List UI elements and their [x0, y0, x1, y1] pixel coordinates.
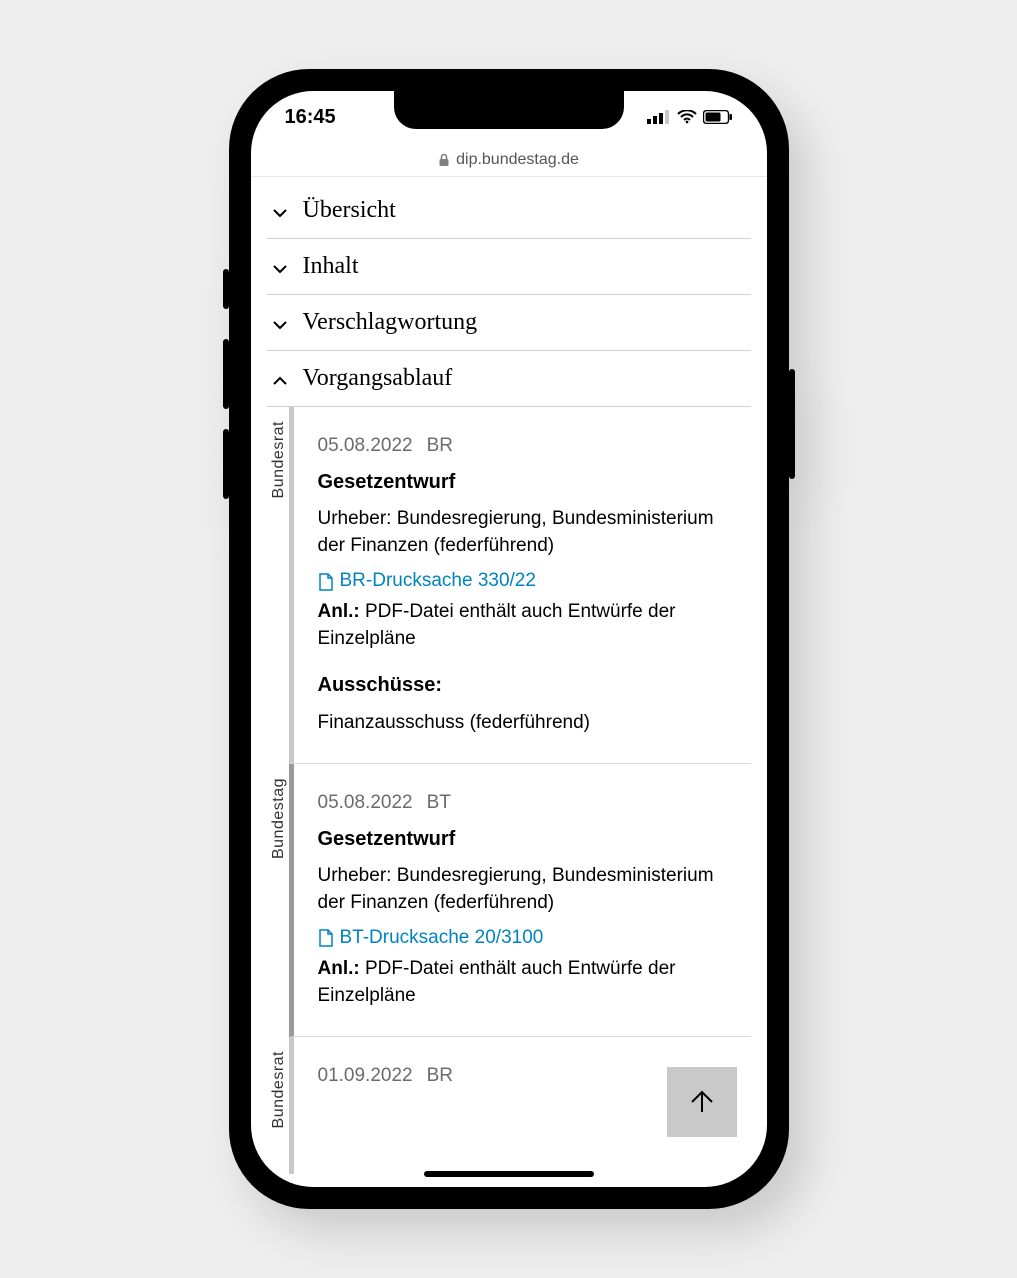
entry-chamber-label: Bundestag: [268, 778, 291, 859]
entry-date: 05.08.2022: [318, 435, 413, 456]
entry-title: Gesetzentwurf: [318, 825, 741, 853]
url-host: dip.bundestag.de: [456, 151, 579, 169]
document-link[interactable]: BT-Drucksache 20/3100: [318, 925, 741, 952]
side-button-silence: [223, 269, 229, 309]
lock-icon: [438, 153, 450, 167]
accordion-label: Übersicht: [303, 197, 396, 224]
accordion-label: Verschlagwortung: [303, 309, 478, 336]
accordion-item-verschlagwortung[interactable]: Verschlagwortung: [267, 295, 751, 351]
accordion-label: Vorgangsablauf: [303, 365, 453, 392]
phone-notch: [394, 91, 624, 129]
entry-author: Urheber: Bundesregierung, Bundesminister…: [318, 863, 741, 917]
document-link-text: BR-Drucksache 330/22: [340, 568, 536, 595]
entry-meta: 05.08.2022 BR: [318, 433, 741, 460]
document-link-text: BT-Drucksache 20/3100: [340, 925, 544, 952]
entry-date: 01.09.2022: [318, 1065, 413, 1086]
side-button-vol-down: [223, 429, 229, 499]
wifi-icon: [677, 110, 697, 124]
status-icons: [647, 110, 733, 124]
annex-label: Anl.:: [318, 958, 360, 979]
annex-label: Anl.:: [318, 601, 360, 622]
annex-text: PDF-Datei enthält auch Entwürfe der Einz…: [318, 601, 676, 649]
timeline-entry: Bundestag 05.08.2022BT Gesetzentwurf Urh…: [289, 764, 751, 1037]
document-icon: [318, 929, 334, 947]
phone-frame: 16:45: [229, 69, 789, 1209]
chevron-up-icon: [271, 370, 289, 388]
entry-chamber: BR: [427, 435, 453, 456]
entry-chamber-label: Bundesrat: [268, 421, 291, 498]
chevron-down-icon: [271, 202, 289, 220]
entry-author: Urheber: Bundesregierung, Bundesminister…: [318, 506, 741, 560]
url-bar[interactable]: dip.bundestag.de: [251, 143, 767, 177]
chevron-down-icon: [271, 314, 289, 332]
side-button-power: [789, 369, 795, 479]
scroll-to-top-button[interactable]: [667, 1067, 737, 1137]
accordion-item-inhalt[interactable]: Inhalt: [267, 239, 751, 295]
entry-annex: Anl.: PDF-Datei enthält auch Entwürfe de…: [318, 956, 741, 1010]
side-button-vol-up: [223, 339, 229, 409]
phone-screen: 16:45: [251, 91, 767, 1187]
document-icon: [318, 573, 334, 591]
entry-meta: 05.08.2022 BT: [318, 790, 741, 817]
entry-chamber: BR: [427, 1065, 453, 1086]
timeline: Bundesrat 05.08.2022 BR Gesetzentwurf Urh…: [267, 407, 751, 1174]
entry-chamber: BT: [427, 792, 451, 813]
page-content[interactable]: Übersicht Inhalt Verschlagwortung Vorgan…: [251, 177, 767, 1187]
battery-icon: [703, 110, 733, 124]
committees-text: Finanzausschuss (federführend): [318, 710, 741, 737]
timeline-entry: Bundesrat 05.08.2022BR Gesetzentwurf Urh…: [289, 407, 751, 764]
cell-signal-icon: [647, 110, 671, 124]
accordion-item-uebersicht[interactable]: Übersicht: [267, 177, 751, 239]
entry-annex: Anl.: PDF-Datei enthält auch Entwürfe de…: [318, 599, 741, 653]
entry-title: Gesetzentwurf: [318, 468, 741, 496]
status-time: 16:45: [285, 106, 336, 129]
arrow-up-icon: [686, 1086, 718, 1118]
committees-heading: Ausschüsse:: [318, 671, 741, 699]
chevron-down-icon: [271, 258, 289, 276]
annex-text: PDF-Datei enthält auch Entwürfe der Einz…: [318, 958, 676, 1006]
document-link[interactable]: BR-Drucksache 330/22: [318, 568, 741, 595]
accordion-item-vorgangsablauf[interactable]: Vorgangsablauf: [267, 351, 751, 407]
entry-chamber-label: Bundesrat: [268, 1051, 291, 1128]
accordion-label: Inhalt: [303, 253, 359, 280]
entry-date: 05.08.2022: [318, 792, 413, 813]
home-indicator[interactable]: [424, 1171, 594, 1177]
